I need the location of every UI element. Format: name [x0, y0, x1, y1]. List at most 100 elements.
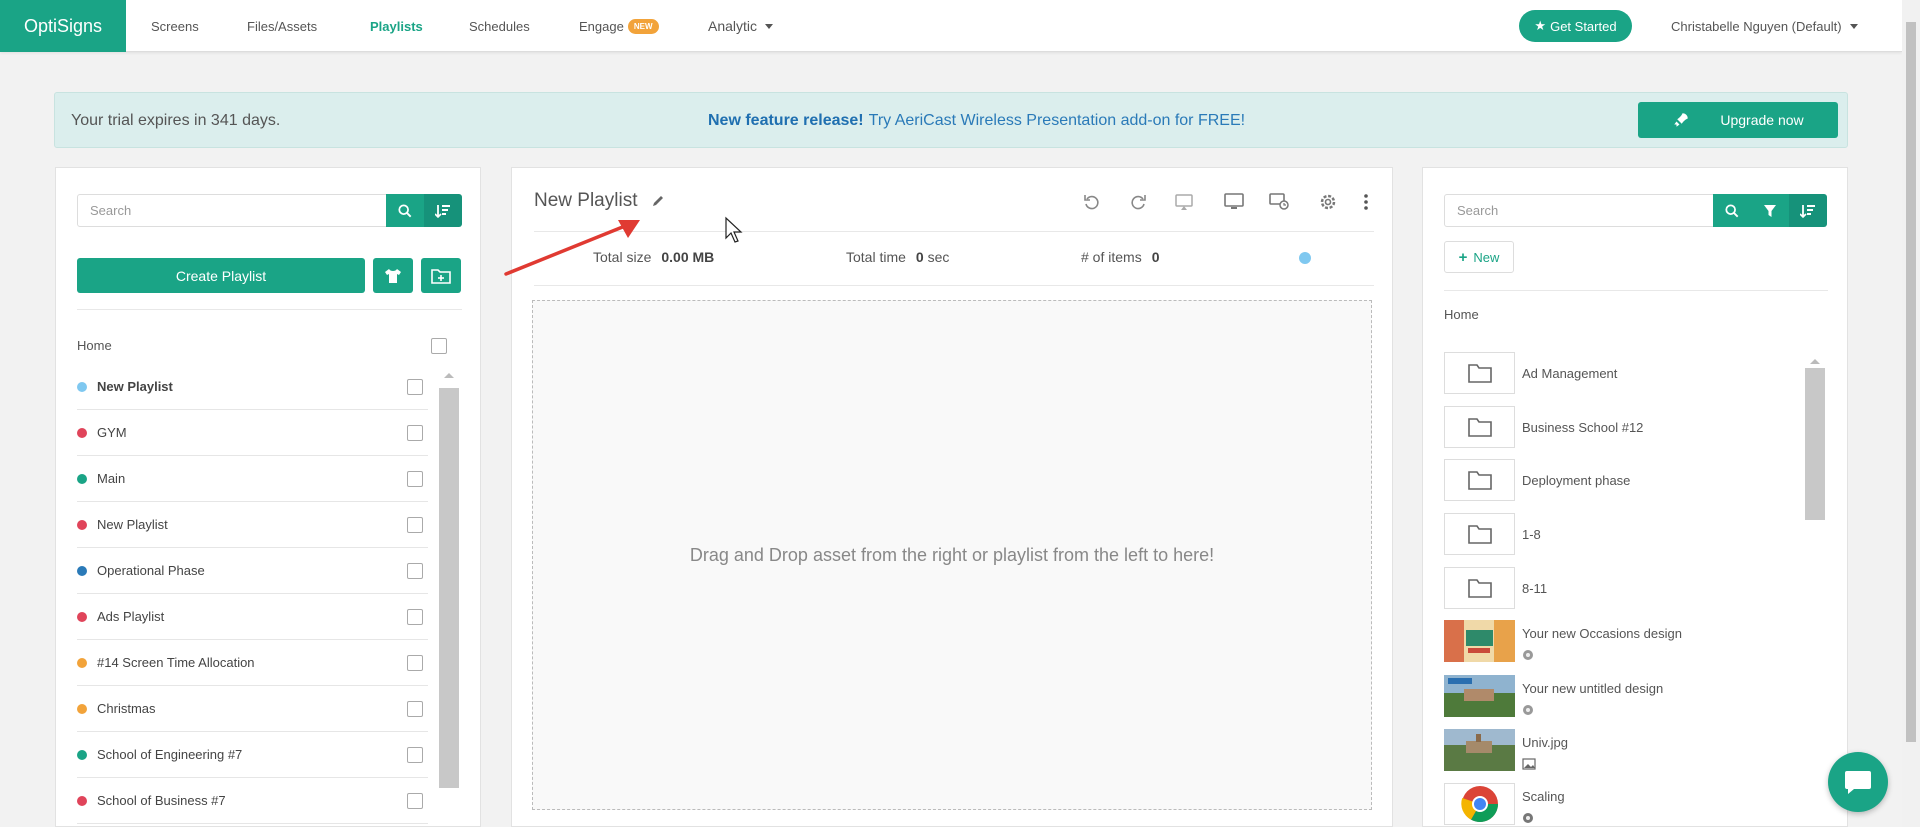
asset-search-button[interactable]: [1713, 194, 1751, 227]
create-playlist-button[interactable]: Create Playlist: [77, 258, 365, 293]
folder-item[interactable]: 1-8: [1444, 513, 1804, 567]
items-count-stat: # of items 0: [1081, 249, 1160, 265]
nav-playlists[interactable]: Playlists: [370, 0, 423, 52]
playlist-item-checkbox[interactable]: [407, 563, 423, 579]
chat-support-button[interactable]: [1828, 752, 1888, 812]
playlist-title-text: New Playlist: [534, 190, 638, 211]
settings-button[interactable]: [1318, 192, 1338, 212]
redo-icon: [1131, 195, 1146, 210]
playlist-color-dot: [77, 795, 87, 806]
asset-item[interactable]: Univ.jpg: [1444, 729, 1804, 783]
nav-schedules[interactable]: Schedules: [469, 0, 530, 52]
playlist-scrollbar-thumb[interactable]: [439, 388, 459, 788]
cast-button[interactable]: [1174, 192, 1194, 212]
assets-home-breadcrumb[interactable]: Home: [1444, 307, 1479, 322]
more-options-button[interactable]: [1361, 192, 1371, 212]
assets-scrollbar-thumb[interactable]: [1805, 368, 1825, 520]
assets-scrollbar[interactable]: [1805, 354, 1825, 524]
asset-item[interactable]: Your new Occasions design: [1444, 620, 1804, 674]
playlist-color-dot[interactable]: [1299, 252, 1311, 264]
asset-name: 1-8: [1522, 527, 1541, 542]
playlist-item[interactable]: School of Business #7: [77, 778, 428, 824]
user-menu[interactable]: Christabelle Nguyen (Default): [1671, 0, 1858, 52]
playlist-item-checkbox[interactable]: [407, 747, 423, 763]
playlist-item-checkbox[interactable]: [407, 425, 423, 441]
playlist-item[interactable]: GYM: [77, 410, 428, 456]
chevron-down-icon: [765, 23, 774, 29]
playlist-template-button[interactable]: [373, 258, 413, 293]
asset-search-input[interactable]: Search: [1444, 194, 1714, 227]
playlist-item-label: School of Business #7: [97, 793, 226, 808]
playlist-item[interactable]: Ads Playlist: [77, 594, 428, 640]
asset-item[interactable]: Your new untitled design: [1444, 675, 1804, 729]
nav-screens[interactable]: Screens: [151, 0, 199, 52]
assets-panel: Search + New Home Ad Management Business …: [1422, 167, 1848, 827]
playlist-item-checkbox[interactable]: [407, 379, 423, 395]
playlist-scrollbar[interactable]: [439, 368, 459, 788]
playlist-item[interactable]: Operational Phase: [77, 548, 428, 594]
asset-sort-button[interactable]: [1789, 194, 1827, 227]
playlist-color-dot: [77, 565, 87, 576]
select-all-checkbox[interactable]: [431, 338, 447, 354]
playlist-title: New Playlist: [534, 190, 665, 212]
playlist-item[interactable]: New Playlist: [77, 502, 428, 548]
nav-files-assets[interactable]: Files/Assets: [247, 0, 317, 52]
brand-logo[interactable]: OptiSigns: [0, 0, 126, 52]
chat-icon: [1845, 771, 1871, 794]
playlist-search-input[interactable]: Search: [77, 194, 387, 227]
more-vertical-icon: [1364, 194, 1368, 210]
playlist-color-dot: [77, 427, 87, 438]
monitor-icon: [1224, 193, 1244, 209]
playlist-item[interactable]: School of Engineering #7: [77, 732, 428, 778]
sort-button[interactable]: [424, 194, 462, 227]
folder-item[interactable]: 8-11: [1444, 567, 1804, 621]
schedule-screen-button[interactable]: [1269, 192, 1289, 212]
playlist-item-label: New Playlist: [97, 517, 168, 532]
playlist-item-checkbox[interactable]: [407, 609, 423, 625]
trial-banner: Your trial expires in 341 days. New feat…: [54, 92, 1848, 148]
playlist-item[interactable]: Main: [77, 456, 428, 502]
folder-item[interactable]: Business School #12: [1444, 406, 1804, 460]
get-started-button[interactable]: ★ Get Started: [1519, 10, 1632, 42]
nav-analytic[interactable]: Analytic: [708, 0, 774, 52]
preview-screen-button[interactable]: [1222, 192, 1246, 212]
upgrade-now-button[interactable]: Upgrade now: [1638, 102, 1838, 138]
playlist-item-checkbox[interactable]: [407, 517, 423, 533]
playlist-dropzone[interactable]: Drag and Drop asset from the right or pl…: [532, 300, 1372, 810]
image-thumbnail: [1444, 729, 1515, 771]
asset-name: Ad Management: [1522, 366, 1618, 381]
redo-button[interactable]: [1128, 192, 1148, 212]
page-scrollbar[interactable]: [1902, 0, 1920, 827]
asset-item[interactable]: Scaling: [1444, 783, 1804, 827]
playlist-item-label: #14 Screen Time Allocation: [97, 655, 255, 670]
playlist-item[interactable]: Christmas: [77, 686, 428, 732]
home-breadcrumb[interactable]: Home: [77, 338, 112, 353]
playlist-item-checkbox[interactable]: [407, 655, 423, 671]
page-scrollbar-thumb[interactable]: [1906, 22, 1916, 742]
sort-icon: [435, 204, 450, 218]
undo-button[interactable]: [1082, 192, 1102, 212]
folder-icon: [1444, 567, 1515, 609]
playlist-item-checkbox[interactable]: [407, 793, 423, 809]
asset-name: Deployment phase: [1522, 473, 1631, 488]
new-folder-button[interactable]: [421, 258, 461, 293]
playlist-item-checkbox[interactable]: [407, 701, 423, 717]
mouse-cursor-icon: [725, 216, 743, 243]
feature-release-link[interactable]: New feature release! Try AeriCast Wirele…: [708, 93, 1245, 149]
playlist-item[interactable]: New Playlist: [77, 364, 428, 410]
folder-item[interactable]: Deployment phase: [1444, 459, 1804, 513]
playlist-item[interactable]: #14 Screen Time Allocation: [77, 640, 428, 686]
pencil-icon[interactable]: [651, 194, 665, 208]
nav-engage[interactable]: Engage NEW: [579, 0, 659, 52]
folder-item[interactable]: Ad Management: [1444, 352, 1804, 406]
new-asset-button[interactable]: + New: [1444, 241, 1514, 273]
playlist-item-checkbox[interactable]: [407, 471, 423, 487]
search-button[interactable]: [386, 194, 424, 227]
playlist-color-dot: [77, 519, 87, 530]
filter-button[interactable]: [1751, 194, 1789, 227]
scroll-up-icon[interactable]: [1810, 359, 1820, 364]
total-time-stat: Total time 0 sec: [846, 249, 949, 265]
playlist-color-dot: [77, 657, 87, 668]
scroll-up-icon[interactable]: [444, 373, 454, 378]
shirt-icon: [385, 268, 401, 283]
